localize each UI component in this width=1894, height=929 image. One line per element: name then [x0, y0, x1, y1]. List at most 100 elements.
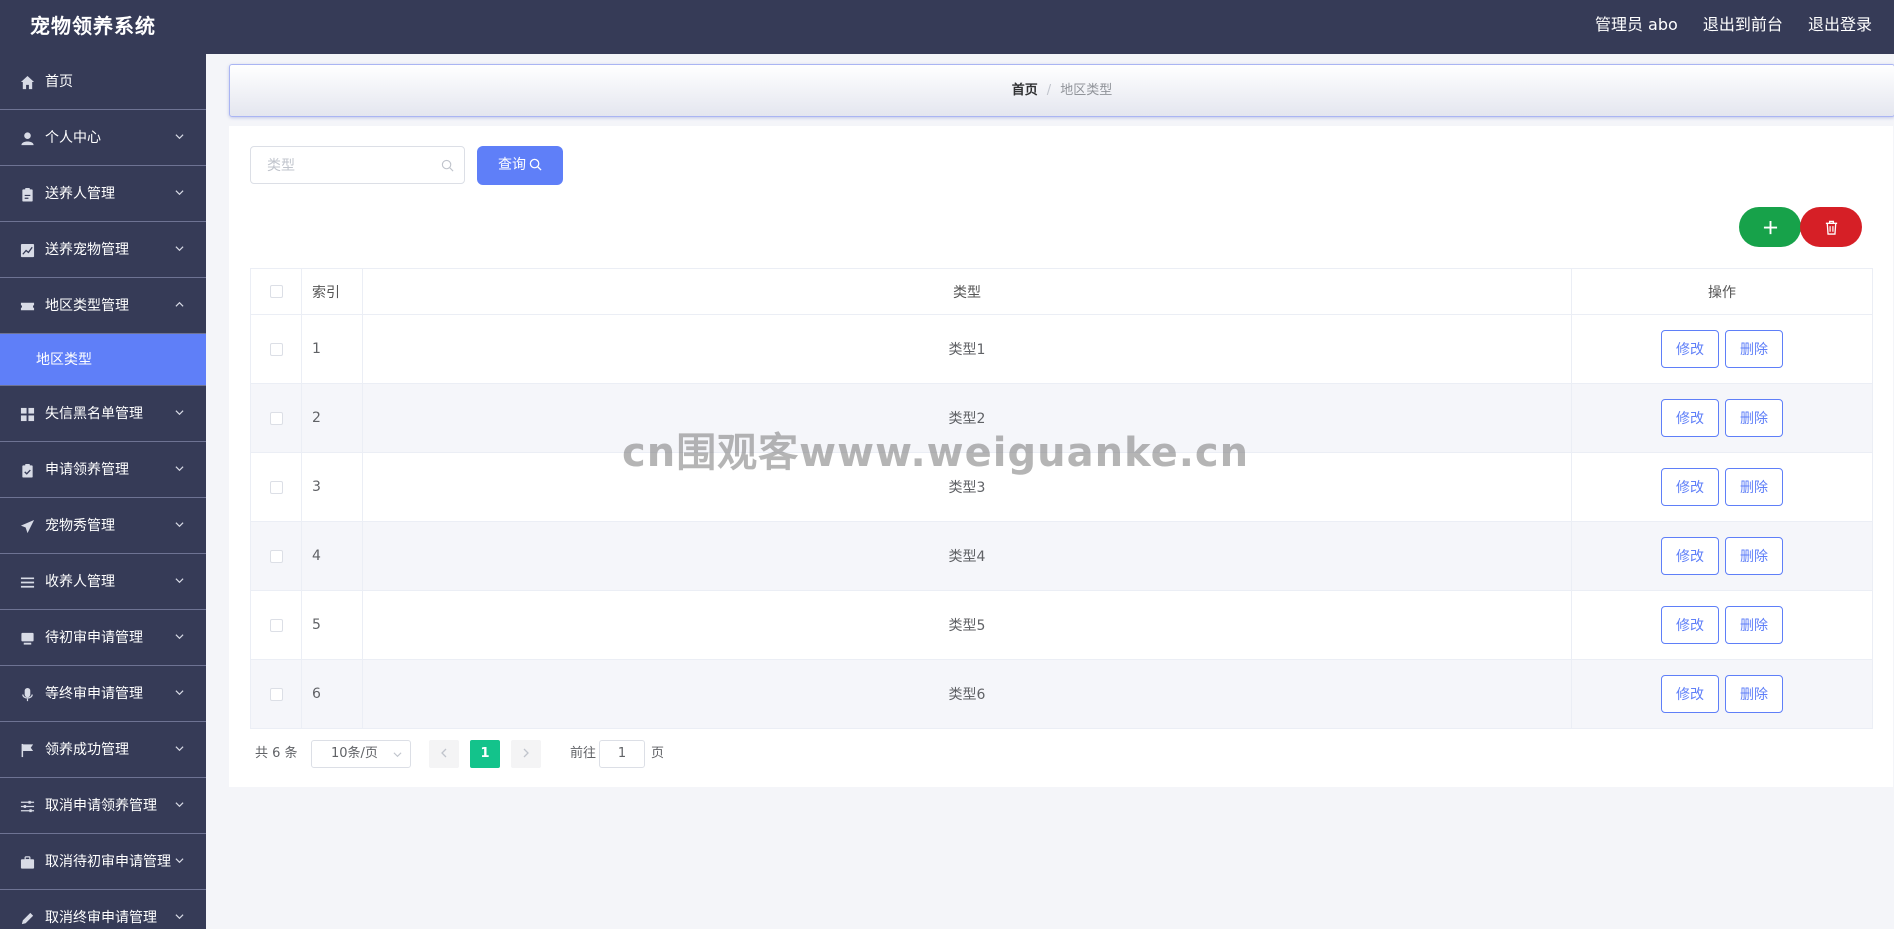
- row-index: 6: [301, 659, 363, 729]
- sidebar-item-adoption-success-management[interactable]: 领养成功管理: [0, 722, 206, 778]
- row-checkbox[interactable]: [269, 549, 283, 563]
- row-index: 4: [301, 521, 363, 591]
- row-checkbox[interactable]: [269, 342, 283, 356]
- sidebar-item-cancel-preliminary-review-management[interactable]: 取消待初审申请管理: [0, 834, 206, 890]
- edit-button[interactable]: 修改: [1661, 330, 1719, 368]
- row-actions: 修改 删除: [1571, 452, 1873, 522]
- sidebar-item-label: 宠物秀管理: [45, 518, 115, 534]
- sidebar-subitem-region-type[interactable]: 地区类型: [0, 334, 206, 386]
- top-header: 宠物领养系统 管理员 abo 退出到前台 退出登录: [0, 0, 1894, 54]
- clipboard-icon: [20, 187, 35, 202]
- page-number-current[interactable]: 1: [470, 740, 500, 768]
- page-size-value: 10条/页: [331, 746, 378, 761]
- home-icon: [20, 75, 35, 90]
- sidebar-item-home[interactable]: 首页: [0, 54, 206, 110]
- search-field: [250, 146, 465, 185]
- select-all-checkbox[interactable]: [269, 285, 283, 298]
- add-button[interactable]: [1739, 207, 1801, 247]
- monitor-icon: [20, 631, 35, 646]
- page-size-select[interactable]: 10条/页: [311, 740, 411, 768]
- edit-button[interactable]: 修改: [1661, 606, 1719, 644]
- row-checkbox-cell: [250, 521, 302, 591]
- sidebar-item-adopter-management[interactable]: 收养人管理: [0, 554, 206, 610]
- region-type-table: 索引 类型 操作 1 类型1 修改 删除 2 类型2 修改 删除 3 类型3 修…: [250, 268, 1873, 729]
- row-checkbox-cell: [250, 383, 302, 453]
- sidebar-item-cancel-final-review-management[interactable]: 取消终审申请管理: [0, 890, 206, 929]
- row-checkbox-cell: [250, 452, 302, 522]
- delete-button[interactable]: 删除: [1725, 606, 1783, 644]
- chevron-left-icon: [441, 748, 447, 758]
- sidebar-item-personal-center[interactable]: 个人中心: [0, 110, 206, 166]
- sidebar-item-label: 待初审申请管理: [45, 630, 143, 646]
- edit-button[interactable]: 修改: [1661, 537, 1719, 575]
- chevron-down-icon: [175, 744, 184, 753]
- chevron-down-icon: [175, 244, 184, 253]
- sidebar-item-label: 领养成功管理: [45, 742, 129, 758]
- row-actions: 修改 删除: [1571, 314, 1873, 384]
- chevron-down-icon: [175, 632, 184, 641]
- row-checkbox-cell: [250, 590, 302, 660]
- row-checkbox[interactable]: [269, 687, 283, 701]
- sidebar-item-sender-management[interactable]: 送养人管理: [0, 166, 206, 222]
- sidebar-item-label: 送养宠物管理: [45, 242, 129, 258]
- sidebar-item-region-type-management[interactable]: 地区类型管理: [0, 278, 206, 334]
- table-row: 4 类型4 修改 删除: [250, 521, 1873, 591]
- logout-link[interactable]: 退出登录: [1808, 15, 1872, 34]
- breadcrumb-current: 地区类型: [1060, 83, 1113, 98]
- sidebar-item-label: 送养人管理: [45, 186, 115, 202]
- goto-label: 前往: [570, 746, 597, 761]
- sidebar-item-label: 取消申请领养管理: [45, 798, 157, 814]
- select-all-cell: [250, 268, 302, 315]
- sidebar-item-label: 首页: [45, 74, 73, 90]
- chevron-down-icon: [175, 464, 184, 473]
- delete-button[interactable]: 删除: [1725, 468, 1783, 506]
- edit-button[interactable]: 修改: [1661, 399, 1719, 437]
- row-index: 5: [301, 590, 363, 660]
- delete-button[interactable]: 删除: [1725, 675, 1783, 713]
- list-icon: [20, 575, 35, 590]
- breadcrumb-home[interactable]: 首页: [1012, 83, 1038, 98]
- row-index: 3: [301, 452, 363, 522]
- flag-icon: [20, 743, 35, 758]
- sidebar-item-preliminary-review-management[interactable]: 待初审申请管理: [0, 610, 206, 666]
- edit-icon: [20, 911, 35, 926]
- sidebar-item-cancel-adoption-management[interactable]: 取消申请领养管理: [0, 778, 206, 834]
- sidebar-item-pet-management[interactable]: 送养宠物管理: [0, 222, 206, 278]
- sidebar-item-final-review-management[interactable]: 等终审申请管理: [0, 666, 206, 722]
- sidebar-item-label: 取消终审申请管理: [45, 910, 157, 926]
- query-button[interactable]: 查询: [477, 146, 563, 185]
- next-page-button[interactable]: [511, 740, 541, 768]
- goto-page-input[interactable]: 1: [599, 740, 645, 768]
- row-checkbox-cell: [250, 659, 302, 729]
- row-type: 类型1: [362, 314, 1572, 384]
- sidebar-item-pet-show-management[interactable]: 宠物秀管理: [0, 498, 206, 554]
- table-row: 5 类型5 修改 删除: [250, 590, 1873, 660]
- sidebar-item-blacklist-management[interactable]: 失信黑名单管理: [0, 386, 206, 442]
- table-header-row: 索引 类型 操作: [250, 268, 1873, 315]
- column-header-ops: 操作: [1571, 268, 1873, 315]
- chevron-down-icon: [393, 752, 402, 758]
- sidebar-item-label: 取消待初审申请管理: [45, 854, 171, 870]
- search-input[interactable]: [265, 147, 439, 185]
- chevron-down-icon: [175, 800, 184, 809]
- briefcase-icon: [20, 855, 35, 870]
- row-checkbox[interactable]: [269, 618, 283, 632]
- sidebar-item-label: 等终审申请管理: [45, 686, 143, 702]
- sidebar-item-label: 地区类型管理: [45, 298, 129, 314]
- edit-button[interactable]: 修改: [1661, 468, 1719, 506]
- row-index: 1: [301, 314, 363, 384]
- exit-to-frontend-link[interactable]: 退出到前台: [1703, 15, 1783, 34]
- row-checkbox[interactable]: [269, 480, 283, 494]
- delete-button[interactable]: 删除: [1725, 537, 1783, 575]
- sidebar-item-adoption-application-management[interactable]: 申请领养管理: [0, 442, 206, 498]
- edit-button[interactable]: 修改: [1661, 675, 1719, 713]
- chevron-down-icon: [175, 856, 184, 865]
- row-checkbox[interactable]: [269, 411, 283, 425]
- batch-delete-button[interactable]: [1800, 207, 1862, 247]
- row-actions: 修改 删除: [1571, 659, 1873, 729]
- delete-button[interactable]: 删除: [1725, 399, 1783, 437]
- chart-icon: [20, 243, 35, 258]
- delete-button[interactable]: 删除: [1725, 330, 1783, 368]
- chevron-down-icon: [175, 688, 184, 697]
- prev-page-button[interactable]: [429, 740, 459, 768]
